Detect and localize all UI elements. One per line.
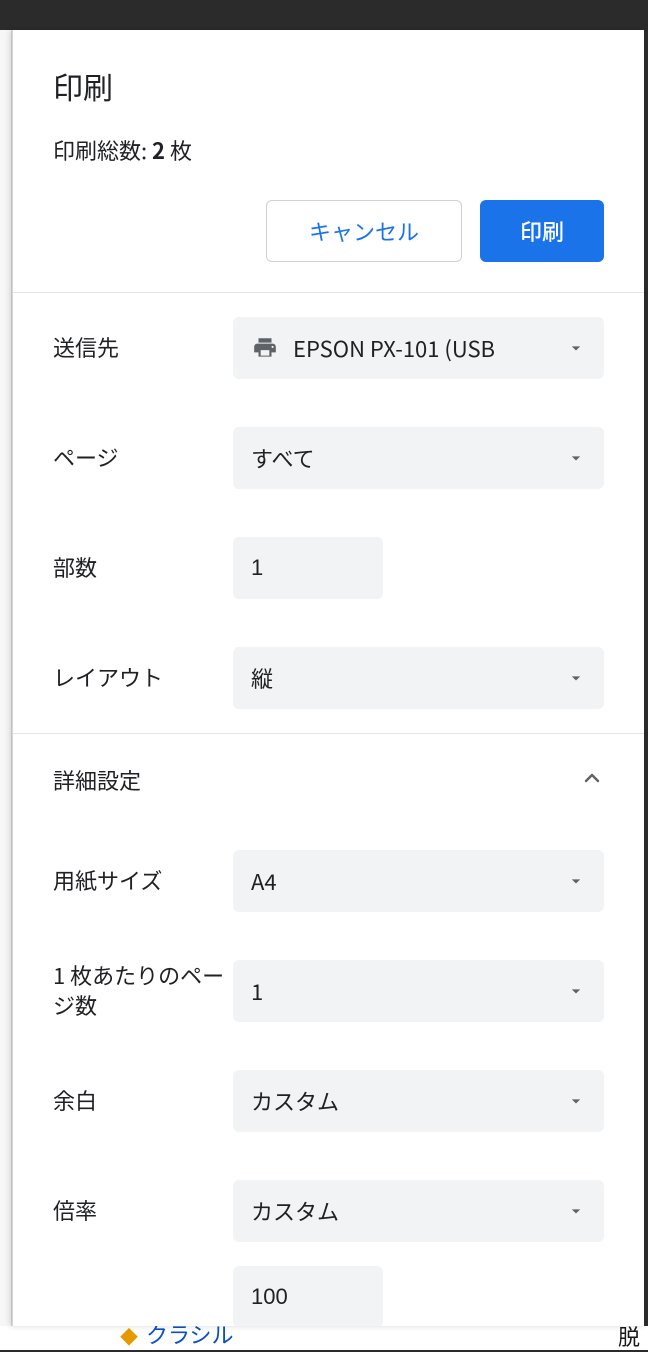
summary-count: 2 <box>152 134 165 166</box>
diamond-icon: ◆ <box>120 1324 138 1350</box>
pages-per-sheet-value: 1 <box>251 975 263 1007</box>
cancel-button-label: キャンセル <box>309 215 419 247</box>
scale-select[interactable]: カスタム <box>233 1180 604 1242</box>
pages-value: すべて <box>251 442 315 474</box>
row-destination: 送信先 EPSON PX-101 (USB <box>13 293 644 403</box>
chevron-down-icon <box>566 981 586 1001</box>
print-summary: 印刷総数: 2 枚 <box>53 134 604 200</box>
layout-select[interactable]: 縦 <box>233 647 604 709</box>
label-layout: レイアウト <box>53 663 233 693</box>
destination-value: EPSON PX-101 (USB <box>293 332 495 364</box>
print-button[interactable]: 印刷 <box>480 200 604 262</box>
copies-input[interactable] <box>233 537 383 599</box>
row-margins: 余白 カスタム <box>13 1046 644 1156</box>
paper-size-value: A4 <box>251 865 277 897</box>
chevron-down-icon <box>566 871 586 891</box>
row-scale: 倍率 カスタム <box>13 1156 644 1266</box>
margins-value: カスタム <box>251 1085 339 1117</box>
destination-select[interactable]: EPSON PX-101 (USB <box>233 317 604 379</box>
pages-select[interactable]: すべて <box>233 427 604 489</box>
row-copies: 部数 <box>13 513 644 623</box>
dialog-buttons: キャンセル 印刷 <box>53 200 604 292</box>
label-pages: ページ <box>53 443 233 473</box>
row-scale-custom <box>13 1266 644 1326</box>
page-background-bottom: ◆ クラシル 脱 <box>0 1326 648 1350</box>
browser-topbar <box>0 0 648 30</box>
page-background-left <box>0 30 12 1350</box>
chevron-down-icon <box>566 668 586 688</box>
pages-per-sheet-select[interactable]: 1 <box>233 960 604 1022</box>
label-margins: 余白 <box>53 1086 233 1116</box>
scale-value: カスタム <box>251 1195 339 1227</box>
print-button-label: 印刷 <box>520 215 564 247</box>
row-pages-per-sheet: 1 枚あたりのページ数 1 <box>13 936 644 1046</box>
layout-value: 縦 <box>251 662 273 694</box>
label-copies: 部数 <box>53 553 233 583</box>
dialog-title: 印刷 <box>53 30 604 134</box>
chevron-down-icon <box>566 338 586 358</box>
more-settings-label: 詳細設定 <box>53 764 141 796</box>
row-paper-size: 用紙サイズ A4 <box>13 826 644 936</box>
chevron-down-icon <box>566 1091 586 1111</box>
summary-prefix: 印刷総数: <box>53 134 152 166</box>
label-scale: 倍率 <box>53 1196 233 1226</box>
chevron-down-icon <box>566 448 586 468</box>
more-settings-toggle[interactable]: 詳細設定 <box>13 734 644 826</box>
printer-icon <box>251 335 279 361</box>
label-paper-size: 用紙サイズ <box>53 866 233 896</box>
row-pages: ページ すべて <box>13 403 644 513</box>
print-dialog: 印刷 印刷総数: 2 枚 キャンセル 印刷 送信先 EPSON PX-101 (… <box>12 30 644 1326</box>
paper-size-select[interactable]: A4 <box>233 850 604 912</box>
chevron-down-icon <box>566 1201 586 1221</box>
summary-suffix: 枚 <box>165 134 192 166</box>
cancel-button[interactable]: キャンセル <box>266 200 462 262</box>
scale-custom-input[interactable] <box>233 1266 383 1326</box>
margins-select[interactable]: カスタム <box>233 1070 604 1132</box>
label-pages-per-sheet: 1 枚あたりのページ数 <box>53 961 233 1020</box>
chevron-up-icon <box>580 766 604 795</box>
row-layout: レイアウト 縦 <box>13 623 644 733</box>
label-destination: 送信先 <box>53 333 233 363</box>
